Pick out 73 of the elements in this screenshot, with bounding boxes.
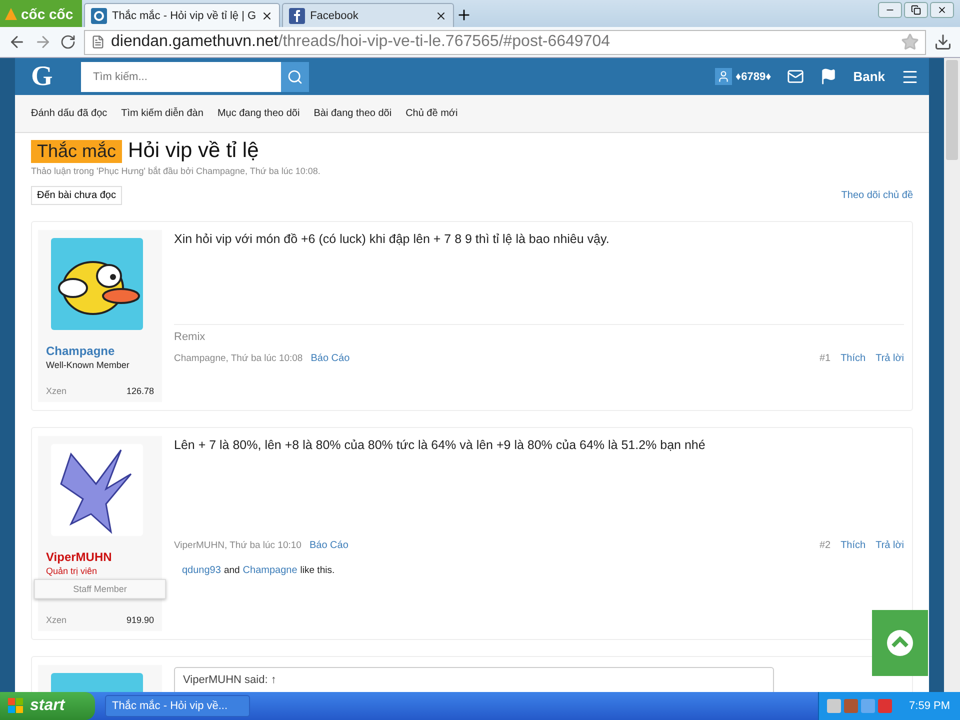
user-link[interactable]: Champagne xyxy=(242,565,298,576)
username-link[interactable]: ViperMUHN xyxy=(46,550,154,564)
browser-tab[interactable]: Thắc mắc - Hỏi vip về tỉ lệ | G xyxy=(84,3,280,27)
post-meta: Champagne, Thứ ba lúc 10:08 xyxy=(174,353,303,364)
points-link[interactable]: ♦6789♦ xyxy=(714,68,772,85)
restore-icon xyxy=(911,5,921,15)
nav-link[interactable]: Chủ đề mới xyxy=(406,108,458,119)
search-field[interactable]: Tìm kiếm... xyxy=(81,62,281,92)
username-link[interactable]: Champagne xyxy=(46,344,154,358)
page-icon xyxy=(91,35,105,49)
brand-name: cốc cốc xyxy=(21,6,74,22)
bank-link[interactable]: Bank xyxy=(853,69,885,84)
post-number[interactable]: #1 xyxy=(819,353,831,364)
back-icon[interactable] xyxy=(8,33,26,51)
close-icon[interactable] xyxy=(435,10,448,22)
nav-link[interactable]: Đánh dấu đã đọc xyxy=(31,108,108,119)
download-icon[interactable] xyxy=(934,33,952,51)
close-icon xyxy=(937,5,947,15)
nav-link[interactable]: Bài đang theo dõi xyxy=(314,108,392,119)
search-button[interactable] xyxy=(281,62,309,92)
reply-link[interactable]: Trả lời xyxy=(876,353,904,364)
site-logo[interactable]: G xyxy=(31,60,71,92)
post-message: Xin hỏi vip với món đồ +6 (có luck) khi đập lên + 7 8 9 thì tỉ lệ là bao nhiêu vậy. xyxy=(174,232,610,248)
reload-icon[interactable] xyxy=(60,34,76,50)
scrollbar-thumb[interactable] xyxy=(946,60,958,160)
stat-value: 126.78 xyxy=(126,386,154,396)
taskbar-window-button[interactable]: Thắc mắc - Hỏi vip về... xyxy=(105,695,250,717)
browser-tab[interactable]: Facebook xyxy=(282,3,454,27)
user-title: Quản trị viên xyxy=(46,566,98,576)
thread-title: Hỏi vip về tỉ lệ xyxy=(128,139,259,163)
restore-button[interactable] xyxy=(904,2,928,18)
mail-icon[interactable] xyxy=(787,68,804,85)
nav-link[interactable]: Tìm kiếm diễn đàn xyxy=(121,108,204,119)
close-icon[interactable] xyxy=(261,10,274,22)
clock: 7:59 PM xyxy=(909,700,950,712)
facebook-icon xyxy=(289,8,306,24)
signature: Remix xyxy=(174,324,904,343)
like-link[interactable]: Thích xyxy=(840,353,866,364)
windows-logo-icon xyxy=(8,698,24,714)
url-host: diendan.gamethuvn.net xyxy=(111,33,278,51)
user-icon xyxy=(714,68,732,85)
thread-byline: Thảo luận trong 'Phục Hưng' bắt đầu bởi Champagne, Thứ ba lúc 10:08. xyxy=(31,166,322,176)
likes-text: and xyxy=(224,565,240,576)
stat-label: Xzen xyxy=(46,615,67,625)
search-icon xyxy=(287,68,303,84)
unread-button[interactable]: Đến bài chưa đọc xyxy=(31,186,122,205)
stat-label: Xzen xyxy=(46,386,67,396)
report-link[interactable]: Báo Cáo xyxy=(309,540,348,551)
user-title: Well-Known Member xyxy=(46,360,130,370)
bird-avatar-icon xyxy=(51,238,143,330)
bookmark-star-icon[interactable] xyxy=(901,33,919,51)
post-number[interactable]: #2 xyxy=(819,540,831,551)
stat-value: 919.90 xyxy=(126,615,154,625)
close-button[interactable] xyxy=(930,2,954,18)
user-link[interactable]: qdung93 xyxy=(182,565,221,576)
report-link[interactable]: Báo Cáo xyxy=(310,353,350,364)
post-message: Lên + 7 là 80%, lên +8 là 80% của 80% tức là 64% và lên +9 là 80% của 64% là 51.2% bạn nhé xyxy=(174,438,706,454)
watch-link[interactable]: Theo dõi chủ đề xyxy=(841,190,913,201)
like-link[interactable]: Thích xyxy=(840,540,866,551)
points-text: ♦6789♦ xyxy=(736,70,772,82)
flag-icon[interactable] xyxy=(820,68,838,85)
reply-link[interactable]: Trả lời xyxy=(876,540,904,551)
nav-link[interactable]: Mục đang theo dõi xyxy=(217,108,300,119)
start-button[interactable]: start xyxy=(0,692,95,720)
address-field[interactable]: diendan.gamethuvn.net/threads/hoi-vip-ve-ti-le.767565/#post-6649704 xyxy=(84,30,926,54)
staff-badge: Staff Member xyxy=(34,579,166,599)
post-meta: ViperMUHN, Thứ ba lúc 10:10 xyxy=(174,540,302,551)
url-path: /threads/hoi-vip-ve-ti-le.767565/#post-6649704 xyxy=(278,33,610,51)
thread-prefix: Thắc mắc xyxy=(31,140,122,162)
forward-icon[interactable] xyxy=(34,33,52,51)
site-icon xyxy=(91,8,107,24)
likes-text: like this. xyxy=(300,565,335,576)
scroll-top-button[interactable] xyxy=(872,610,928,676)
